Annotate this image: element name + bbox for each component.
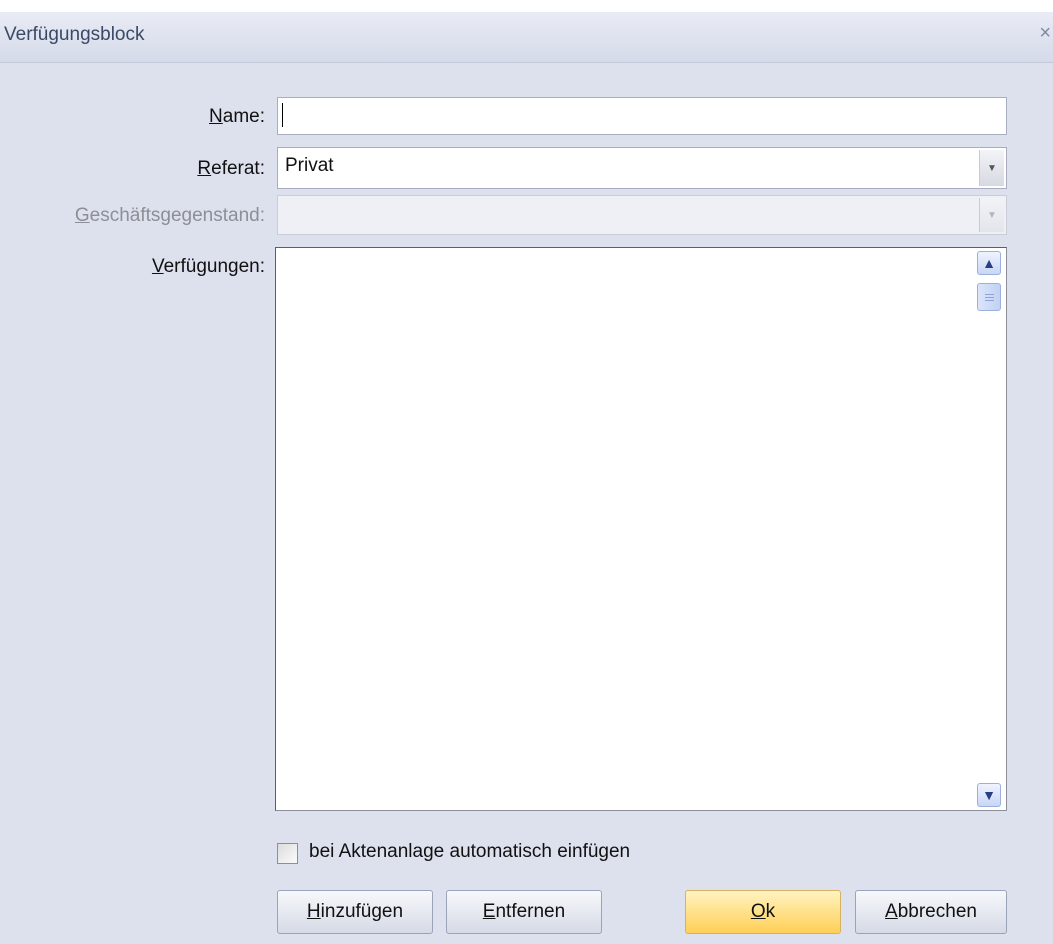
geschaeftsgegenstand-select: ▼ — [277, 195, 1007, 235]
name-label: Name: — [209, 106, 265, 127]
referat-label: Referat: — [197, 158, 265, 179]
hinzufuegen-button[interactable]: Hinzufügen — [277, 890, 433, 934]
scrollbar-thumb[interactable] — [977, 283, 1001, 311]
title-bar[interactable]: Verfügungsblock × — [0, 12, 1053, 63]
chevron-down-icon: ▼ — [979, 198, 1004, 232]
vertical-scrollbar[interactable]: ▲ ▼ — [977, 251, 1003, 807]
chevron-down-icon[interactable]: ▼ — [979, 150, 1004, 186]
text-caret — [282, 103, 283, 127]
auto-insert-checkbox[interactable] — [277, 843, 298, 864]
geschaeftsgegenstand-label: Geschäftsgegenstand: — [74, 205, 265, 226]
scroll-down-icon[interactable]: ▼ — [977, 783, 1001, 807]
ok-button[interactable]: Ok — [685, 890, 841, 934]
dialog-title: Verfügungsblock — [4, 24, 145, 45]
close-icon[interactable]: × — [1039, 22, 1051, 45]
scroll-up-icon[interactable]: ▲ — [977, 251, 1001, 275]
dialog-window: Verfügungsblock × Name: Referat: Privat … — [0, 12, 1053, 944]
auto-insert-label[interactable]: bei Aktenanlage automatisch einfügen — [309, 841, 630, 863]
referat-selected-value: Privat — [285, 155, 334, 176]
entfernen-button[interactable]: Entfernen — [446, 890, 602, 934]
verfuegungen-label: Verfügungen: — [151, 256, 265, 277]
name-input[interactable] — [277, 97, 1007, 135]
abbrechen-button[interactable]: Abbrechen — [855, 890, 1007, 934]
verfuegungen-list[interactable]: ▲ ▼ — [275, 247, 1007, 811]
referat-select[interactable]: Privat ▼ — [277, 147, 1007, 189]
